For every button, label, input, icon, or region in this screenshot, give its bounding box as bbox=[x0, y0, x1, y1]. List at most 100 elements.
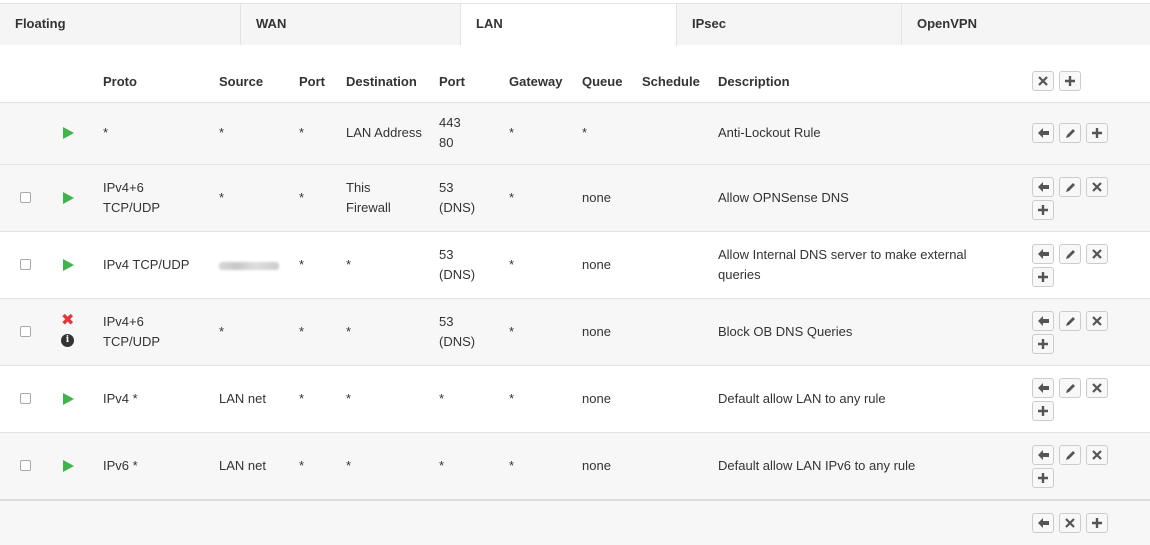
edit-button[interactable] bbox=[1059, 123, 1081, 143]
rule-description: Default allow LAN IPv6 to any rule bbox=[718, 458, 916, 473]
rule-gateway: * bbox=[509, 391, 515, 406]
tab-label: IPsec bbox=[692, 16, 726, 31]
arrow-left-icon bbox=[1037, 128, 1049, 138]
rule-gateway: * bbox=[509, 257, 515, 272]
move-selected-button[interactable] bbox=[1032, 513, 1054, 533]
rule-dest-port: 53 bbox=[439, 180, 454, 195]
rule-dest-port: (DNS) bbox=[439, 334, 476, 349]
move-button[interactable] bbox=[1032, 311, 1054, 331]
move-button[interactable] bbox=[1032, 123, 1054, 143]
rule-port: * bbox=[299, 190, 305, 205]
plus-icon bbox=[1092, 128, 1102, 138]
add-button[interactable] bbox=[1032, 200, 1054, 220]
rule-select-checkbox[interactable] bbox=[20, 393, 31, 404]
edit-button[interactable] bbox=[1059, 244, 1081, 264]
delete-button[interactable] bbox=[1086, 378, 1108, 398]
col-header-gateway: Gateway bbox=[509, 74, 563, 89]
redacted-source bbox=[219, 262, 279, 270]
rule-select-checkbox[interactable] bbox=[20, 259, 31, 270]
rule-gateway: * bbox=[509, 125, 515, 140]
move-button[interactable] bbox=[1032, 177, 1054, 197]
tab-lan[interactable]: LAN bbox=[461, 4, 677, 46]
delete-selected-button[interactable] bbox=[1032, 71, 1054, 91]
add-rule-button[interactable] bbox=[1086, 513, 1108, 533]
table-footer bbox=[0, 501, 1150, 545]
rule-port: * bbox=[299, 324, 305, 339]
x-icon bbox=[1092, 182, 1102, 192]
add-button[interactable] bbox=[1032, 401, 1054, 421]
add-button[interactable] bbox=[1032, 267, 1054, 287]
add-button[interactable] bbox=[1032, 468, 1054, 488]
delete-button[interactable] bbox=[1086, 244, 1108, 264]
add-button[interactable] bbox=[1086, 123, 1108, 143]
col-header-schedule: Schedule bbox=[642, 74, 700, 89]
x-icon bbox=[1065, 518, 1075, 528]
rule-select-checkbox[interactable] bbox=[20, 460, 31, 471]
pencil-icon bbox=[1065, 451, 1075, 460]
rule-source: * bbox=[219, 324, 225, 339]
rule-description: Block OB DNS Queries bbox=[718, 324, 853, 339]
edit-button[interactable] bbox=[1059, 311, 1081, 331]
rule-dest-port: * bbox=[439, 458, 445, 473]
col-header-source: Source bbox=[219, 74, 264, 89]
rule-destination: LAN Address bbox=[346, 125, 422, 140]
rule-port: * bbox=[299, 125, 305, 140]
delete-button[interactable] bbox=[1086, 445, 1108, 465]
delete-selected-button[interactable] bbox=[1059, 513, 1081, 533]
plus-icon bbox=[1038, 406, 1048, 416]
plus-icon bbox=[1038, 272, 1048, 282]
move-button[interactable] bbox=[1032, 445, 1054, 465]
rule-select-checkbox[interactable] bbox=[20, 326, 31, 337]
delete-button[interactable] bbox=[1086, 177, 1108, 197]
plus-icon bbox=[1092, 518, 1102, 528]
rule-gateway: * bbox=[509, 190, 515, 205]
edit-button[interactable] bbox=[1059, 177, 1081, 197]
edit-button[interactable] bbox=[1059, 378, 1081, 398]
rule-source: LAN net bbox=[219, 391, 266, 406]
rule-port: * bbox=[299, 458, 305, 473]
rule-destination: * bbox=[346, 391, 352, 406]
rule-dest-port: 53 bbox=[439, 247, 454, 262]
add-rule-button[interactable] bbox=[1059, 71, 1081, 91]
x-icon bbox=[1092, 383, 1102, 393]
tab-openvpn[interactable]: OpenVPN bbox=[902, 4, 1150, 45]
info-icon[interactable]: i bbox=[61, 334, 74, 347]
rule-port: * bbox=[299, 391, 305, 406]
add-button[interactable] bbox=[1032, 334, 1054, 354]
col-header-proto: Proto bbox=[103, 74, 137, 89]
play-icon bbox=[63, 460, 74, 472]
tab-bar: Floating WAN LAN IPsec OpenVPN bbox=[0, 3, 1150, 46]
plus-icon bbox=[1065, 76, 1075, 86]
tab-ipsec[interactable]: IPsec bbox=[677, 4, 902, 45]
rule-dest-port: 80 bbox=[439, 135, 454, 150]
tab-floating[interactable]: Floating bbox=[0, 4, 241, 45]
rule-select-checkbox[interactable] bbox=[20, 192, 31, 203]
pencil-icon bbox=[1065, 129, 1075, 138]
play-icon bbox=[63, 259, 74, 271]
col-header-dest-port: Port bbox=[439, 74, 465, 89]
rule-proto: IPv6 * bbox=[103, 458, 138, 473]
tab-label: WAN bbox=[256, 16, 287, 31]
move-button[interactable] bbox=[1032, 378, 1054, 398]
tab-label: LAN bbox=[476, 16, 503, 31]
edit-button[interactable] bbox=[1059, 445, 1081, 465]
arrow-left-icon bbox=[1037, 249, 1049, 259]
table-row bbox=[0, 433, 1150, 499]
arrow-left-icon bbox=[1037, 182, 1049, 192]
rule-description: Allow Internal DNS server to make extern… bbox=[718, 247, 967, 262]
move-button[interactable] bbox=[1032, 244, 1054, 264]
x-icon bbox=[1092, 249, 1102, 259]
rule-queue: * bbox=[582, 125, 588, 140]
arrow-left-icon bbox=[1037, 383, 1049, 393]
rule-proto: IPv4+6 bbox=[103, 314, 144, 329]
plus-icon bbox=[1038, 205, 1048, 215]
table-row bbox=[0, 103, 1150, 164]
delete-button[interactable] bbox=[1086, 311, 1108, 331]
rule-proto: IPv4 TCP/UDP bbox=[103, 257, 190, 272]
rule-dest-port: (DNS) bbox=[439, 267, 476, 282]
tab-wan[interactable]: WAN bbox=[241, 4, 461, 45]
rule-description: Anti-Lockout Rule bbox=[718, 125, 821, 140]
rule-queue: none bbox=[582, 391, 611, 406]
rule-proto: TCP/UDP bbox=[103, 200, 161, 215]
tab-label: Floating bbox=[15, 16, 66, 31]
